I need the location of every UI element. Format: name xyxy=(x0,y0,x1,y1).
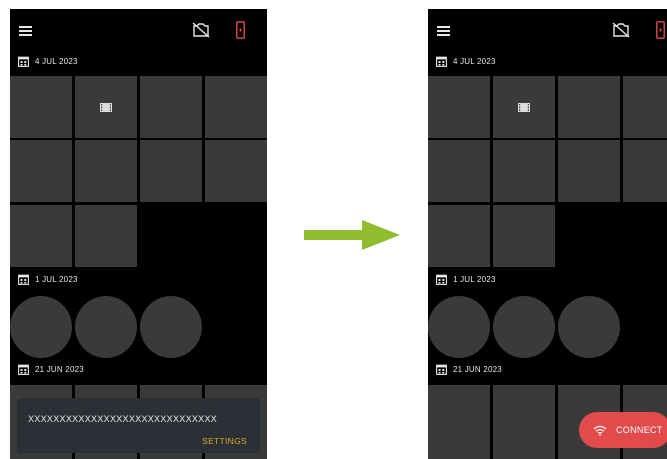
date-label: 1 JUL 2023 xyxy=(35,274,78,284)
screen-before: 4 JUL 2023 1 JUL 2023 21 JUN 2023 XXXXXX… xyxy=(10,9,267,459)
date-header: 21 JUN 2023 xyxy=(18,362,84,376)
date-label: 4 JUL 2023 xyxy=(453,56,496,66)
film-icon xyxy=(518,103,530,112)
media-thumbnail[interactable] xyxy=(75,76,137,138)
media-thumbnail[interactable] xyxy=(558,76,620,138)
menu-icon[interactable] xyxy=(437,26,450,36)
phone-icon[interactable] xyxy=(656,21,665,39)
media-thumbnail[interactable] xyxy=(428,205,490,267)
date-header: 21 JUN 2023 xyxy=(436,362,502,376)
media-thumbnail[interactable] xyxy=(493,140,555,202)
calendar-icon xyxy=(18,274,29,285)
media-thumbnail[interactable] xyxy=(10,76,72,138)
media-thumbnail[interactable] xyxy=(623,76,667,138)
date-label: 21 JUN 2023 xyxy=(35,364,84,374)
right-arrow-icon xyxy=(304,220,400,250)
media-thumbnail[interactable] xyxy=(493,205,555,267)
media-thumbnail[interactable] xyxy=(140,76,202,138)
camera-off-icon[interactable] xyxy=(611,21,631,39)
connect-button[interactable]: CONNECT xyxy=(579,412,667,448)
calendar-icon xyxy=(436,56,447,67)
screen-after: 4 JUL 2023 1 JUL 2023 21 JUN 2023 CONNEC… xyxy=(428,9,667,459)
menu-icon[interactable] xyxy=(19,26,32,36)
wifi-icon xyxy=(593,425,607,436)
calendar-icon xyxy=(436,274,447,285)
media-thumbnail-round[interactable] xyxy=(10,296,72,358)
date-label: 1 JUL 2023 xyxy=(453,274,496,284)
media-thumbnail[interactable] xyxy=(10,205,72,267)
film-icon xyxy=(100,103,112,112)
media-thumbnail[interactable] xyxy=(493,76,555,138)
top-bar xyxy=(10,9,267,49)
media-thumbnail[interactable] xyxy=(10,140,72,202)
media-thumbnail[interactable] xyxy=(75,140,137,202)
media-thumbnail[interactable] xyxy=(75,205,137,267)
connect-label: CONNECT xyxy=(616,425,663,435)
snackbar-message: XXXXXXXXXXXXXXXXXXXXXXXXXXXXXX xyxy=(28,414,218,424)
media-thumbnail-round[interactable] xyxy=(428,296,490,358)
media-thumbnail[interactable] xyxy=(205,140,267,202)
phone-icon[interactable] xyxy=(236,21,245,39)
media-thumbnail[interactable] xyxy=(428,385,490,459)
camera-off-icon[interactable] xyxy=(191,21,211,39)
date-label: 4 JUL 2023 xyxy=(35,56,78,66)
date-header: 4 JUL 2023 xyxy=(436,54,496,68)
date-label: 21 JUN 2023 xyxy=(453,364,502,374)
snackbar: XXXXXXXXXXXXXXXXXXXXXXXXXXXXXX SETTINGS xyxy=(17,398,260,453)
media-thumbnail[interactable] xyxy=(428,140,490,202)
settings-button[interactable]: SETTINGS xyxy=(202,436,247,446)
media-thumbnail-round[interactable] xyxy=(140,296,202,358)
top-bar xyxy=(428,9,667,49)
date-header: 1 JUL 2023 xyxy=(18,272,78,286)
media-thumbnail-round[interactable] xyxy=(75,296,137,358)
media-thumbnail[interactable] xyxy=(623,140,667,202)
calendar-icon xyxy=(18,56,29,67)
media-thumbnail-round[interactable] xyxy=(558,296,620,358)
media-thumbnail[interactable] xyxy=(140,140,202,202)
date-header: 1 JUL 2023 xyxy=(436,272,496,286)
media-thumbnail[interactable] xyxy=(493,385,555,459)
media-thumbnail[interactable] xyxy=(205,76,267,138)
media-thumbnail[interactable] xyxy=(558,140,620,202)
date-header: 4 JUL 2023 xyxy=(18,54,78,68)
media-thumbnail-round[interactable] xyxy=(493,296,555,358)
media-thumbnail[interactable] xyxy=(428,76,490,138)
calendar-icon xyxy=(18,364,29,375)
calendar-icon xyxy=(436,364,447,375)
